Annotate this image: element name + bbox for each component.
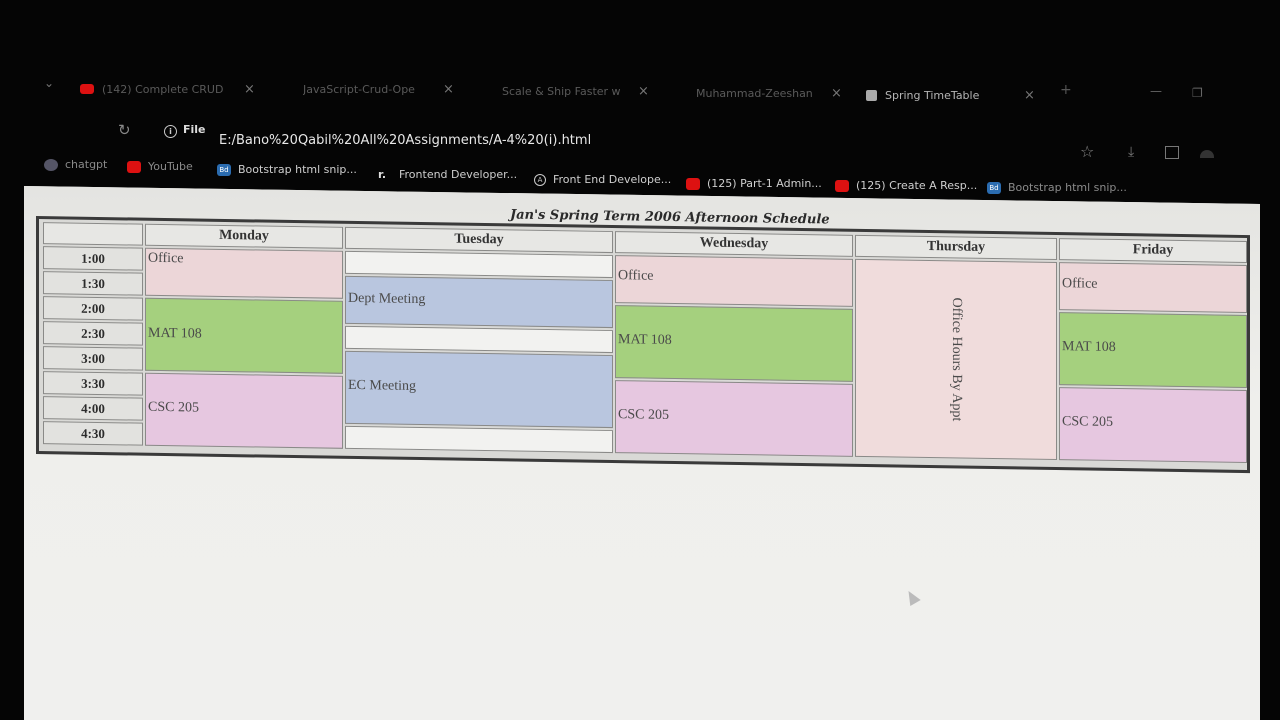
close-icon[interactable]: ×: [443, 82, 454, 97]
youtube-icon: [686, 177, 700, 190]
event-wednesday-mat108: MAT 108: [615, 305, 853, 382]
bootdey-icon: Bd: [217, 163, 231, 176]
reload-icon[interactable]: ↻: [118, 121, 131, 139]
tab-scale-ship[interactable]: Scale & Ship Faster w ×: [480, 80, 656, 102]
time-slot: 1:30: [43, 271, 143, 296]
bookmark-youtube[interactable]: YouTube: [127, 160, 193, 173]
youtube-icon: [835, 179, 849, 192]
event-monday-mat108: MAT 108: [145, 297, 343, 374]
tab-spring-timetable[interactable]: Spring TimeTable ×: [866, 84, 1038, 106]
bookmark-label: Bootstrap html snip...: [238, 163, 357, 176]
tab-strip: ⌄ (142) Complete CRUD × JavaScript-Crud-…: [0, 70, 1280, 106]
bootdey-icon: Bd: [987, 181, 1001, 194]
bookmark-bootstrap-snippets-2[interactable]: Bd Bootstrap html snip...: [987, 181, 1127, 194]
tab-search-chevron-icon[interactable]: ⌄: [44, 76, 54, 90]
bookmark-label: (125) Create A Resp...: [856, 179, 978, 192]
day-header-wednesday: Wednesday: [615, 231, 853, 257]
event-wednesday-csc205: CSC 205: [615, 380, 853, 457]
time-slot: 4:30: [43, 421, 143, 446]
tab-title: Muhammad-Zeeshan: [696, 86, 813, 100]
close-icon[interactable]: ×: [638, 84, 649, 99]
event-friday-csc205: CSC 205: [1059, 387, 1247, 464]
frontend-icon: r.: [378, 167, 387, 181]
event-monday-csc205: CSC 205: [145, 372, 343, 449]
bookmark-label: (125) Part-1 Admin...: [707, 177, 822, 190]
event-thursday-office-hours: Office Hours By Appt: [855, 258, 1057, 461]
day-header-tuesday: Tuesday: [345, 226, 613, 254]
page-icon: [866, 89, 877, 101]
youtube-icon: [80, 84, 94, 94]
event-tuesday-free: [345, 325, 613, 354]
schedule-table: Monday Tuesday Wednesday Thursday Friday…: [36, 216, 1250, 474]
event-tuesday-free: [345, 250, 613, 279]
page-viewport: Jan's Spring Term 2006 Afternoon Schedul…: [24, 186, 1260, 720]
bookmark-front-end-developer[interactable]: A Front End Develope...: [534, 173, 671, 186]
bookmark-bootstrap-snippets[interactable]: Bd Bootstrap html snip...: [217, 163, 357, 176]
event-tuesday-free: [345, 425, 613, 454]
event-monday-office: Office: [145, 247, 343, 299]
info-icon[interactable]: i: [164, 125, 177, 138]
time-slot: 4:00: [43, 396, 143, 421]
chatgpt-icon: [44, 158, 58, 171]
event-tuesday-dept-meeting: Dept Meeting: [345, 275, 613, 329]
bookmark-label: YouTube: [148, 160, 193, 173]
corner-cell: [43, 222, 143, 246]
bookmark-part1-admin[interactable]: (125) Part-1 Admin...: [686, 177, 822, 190]
time-slot: 3:00: [43, 346, 143, 371]
bookmark-label: Frontend Developer...: [399, 168, 518, 181]
youtube-icon: [127, 160, 141, 173]
close-icon[interactable]: ×: [1024, 88, 1035, 103]
close-icon[interactable]: ×: [244, 82, 255, 97]
close-icon[interactable]: ×: [831, 86, 842, 101]
tab-title: Spring TimeTable: [885, 88, 980, 102]
minimize-icon[interactable]: —: [1150, 84, 1162, 98]
bookmark-frontend-developer[interactable]: r. Frontend Developer...: [378, 168, 517, 181]
day-header-friday: Friday: [1059, 238, 1247, 264]
tab-javascript-crud[interactable]: JavaScript-Crud-Ope ×: [303, 78, 463, 100]
tab-title: Scale & Ship Faster w: [502, 84, 621, 98]
address-bar: ↻ i File E:/Bano%20Qabil%20All%20Assignm…: [0, 118, 1280, 161]
event-wednesday-office: Office: [615, 255, 853, 307]
time-slot: 2:30: [43, 321, 143, 346]
url-input[interactable]: E:/Bano%20Qabil%20All%20Assignments/A-4%…: [219, 133, 591, 148]
time-slot: 2:00: [43, 296, 143, 321]
new-tab-icon[interactable]: +: [1060, 82, 1072, 98]
day-header-thursday: Thursday: [855, 234, 1057, 261]
tab-title: JavaScript-Crud-Ope: [303, 82, 415, 96]
tab-muhammad-zeeshan[interactable]: Muhammad-Zeeshan ×: [696, 82, 846, 104]
bookmark-create-responsive[interactable]: (125) Create A Resp...: [835, 179, 977, 192]
bookmark-label: chatgpt: [65, 158, 108, 171]
restore-icon[interactable]: ❐: [1192, 86, 1203, 100]
bookmark-label: Bootstrap html snip...: [1008, 181, 1127, 194]
event-friday-mat108: MAT 108: [1059, 312, 1247, 389]
office-hours-label: Office Hours By Appt: [949, 297, 964, 422]
day-header-monday: Monday: [145, 223, 343, 249]
site-info-label[interactable]: File: [183, 123, 206, 136]
bookmark-chatgpt[interactable]: chatgpt: [44, 158, 107, 171]
tab-title: (142) Complete CRUD: [102, 82, 224, 96]
tab-complete-crud[interactable]: (142) Complete CRUD ×: [80, 78, 260, 100]
time-slot: 3:30: [43, 371, 143, 396]
time-slot: 1:00: [43, 246, 143, 271]
event-tuesday-ec-meeting: EC Meeting: [345, 350, 613, 429]
event-friday-office: Office: [1059, 262, 1247, 314]
bookmark-label: Front End Develope...: [553, 173, 672, 186]
frontend-mentor-icon: A: [534, 173, 546, 186]
bookmarks-bar: chatgpt YouTube Bd Bootstrap html snip..…: [0, 152, 1280, 194]
